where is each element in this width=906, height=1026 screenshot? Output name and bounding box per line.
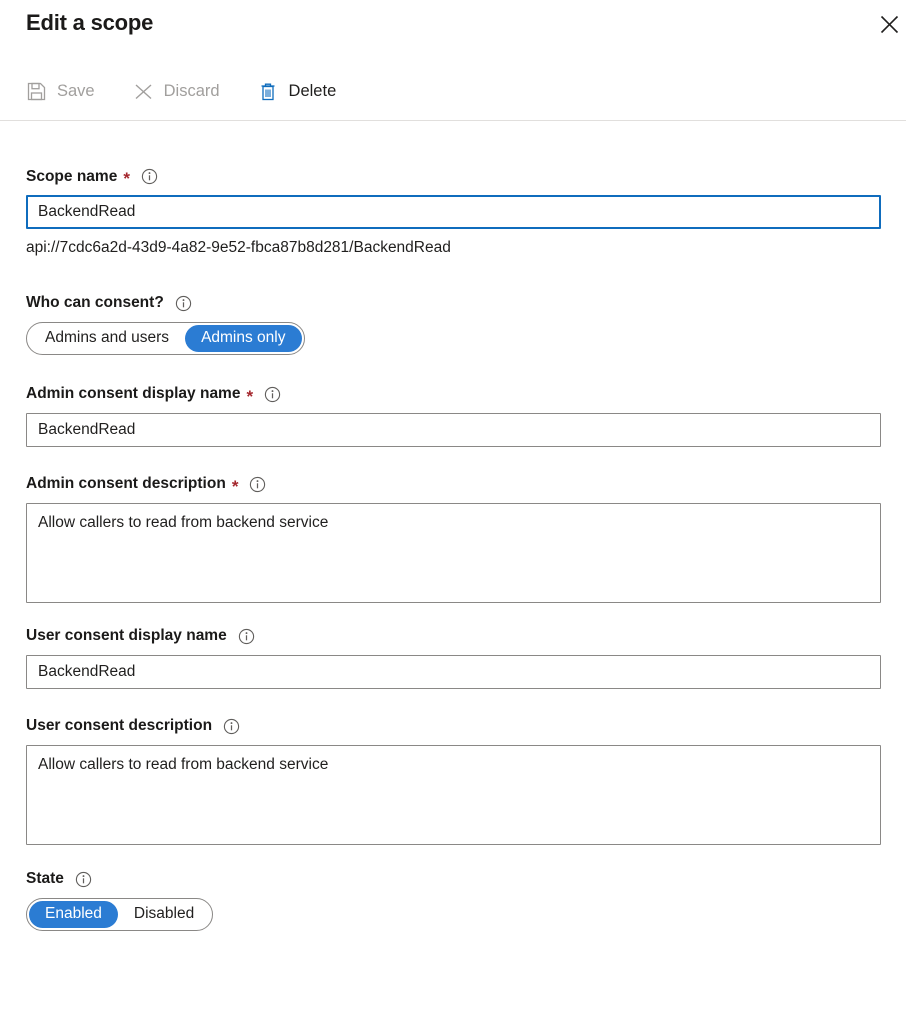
discard-button-label: Discard [163, 81, 220, 100]
who-can-consent-option-admins-only[interactable]: Admins only [185, 324, 302, 352]
info-icon[interactable] [223, 718, 240, 735]
field-who-can-consent: Who can consent? Admins and users Admins… [26, 295, 880, 355]
command-bar: Save Discard Delete [0, 62, 906, 120]
user-consent-description-label: User consent description [26, 717, 213, 735]
page-title: Edit a scope [26, 10, 154, 35]
close-icon [880, 15, 899, 34]
scope-form: Scope name * api://7cdc6a2d-43d9-4a82-9e… [0, 168, 906, 931]
info-icon[interactable] [238, 628, 255, 645]
who-can-consent-label-row: Who can consent? [26, 295, 880, 312]
user-consent-display-name-label: User consent display name [26, 627, 227, 645]
who-can-consent-option-admins-and-users[interactable]: Admins and users [29, 325, 185, 352]
admin-consent-description-textarea[interactable] [26, 502, 881, 603]
info-icon[interactable] [249, 476, 266, 493]
info-icon[interactable] [175, 295, 192, 312]
field-state: State Enabled Disabled [26, 871, 880, 931]
scope-name-required-marker: * [123, 169, 130, 188]
save-button[interactable]: Save [26, 75, 109, 108]
discard-x-icon [133, 81, 154, 102]
state-label: State [26, 870, 64, 888]
state-option-disabled[interactable]: Disabled [118, 901, 210, 928]
info-icon[interactable] [264, 386, 281, 403]
user-consent-description-textarea[interactable] [26, 744, 881, 845]
state-label-row: State [26, 871, 880, 888]
user-consent-description-label-row: User consent description [26, 718, 880, 735]
delete-button[interactable]: Delete [258, 75, 351, 108]
field-admin-consent-display-name: Admin consent display name * [26, 385, 881, 447]
admin-consent-display-name-required-marker: * [246, 386, 254, 406]
user-consent-display-name-label-row: User consent display name [26, 628, 880, 645]
who-can-consent-label: Who can consent? [26, 294, 164, 312]
state-toggle: Enabled Disabled [26, 897, 214, 931]
delete-trash-icon [258, 81, 279, 102]
admin-consent-display-name-input[interactable] [26, 412, 881, 447]
field-admin-consent-description: Admin consent description * [26, 475, 881, 603]
field-scope-name: Scope name * api://7cdc6a2d-43d9-4a82-9e… [26, 167, 881, 256]
admin-consent-display-name-label-row: Admin consent display name * [26, 385, 880, 406]
state-option-enabled[interactable]: Enabled [29, 900, 118, 928]
close-panel-button[interactable] [872, 8, 906, 40]
delete-button-label: Delete [288, 81, 337, 100]
scope-name-label: Scope name [26, 167, 118, 185]
admin-consent-description-label-row: Admin consent description * [26, 475, 880, 496]
discard-button[interactable]: Discard [133, 75, 234, 108]
info-icon[interactable] [75, 871, 92, 888]
admin-consent-description-required-marker: * [231, 476, 239, 496]
scope-name-uri-helper: api://7cdc6a2d-43d9-4a82-9e52-fbca87b8d2… [26, 239, 451, 256]
field-user-consent-description: User consent description [26, 718, 881, 845]
toolbar-divider [0, 120, 906, 121]
scope-name-label-row: Scope name * [26, 167, 880, 188]
save-floppy-icon [26, 81, 47, 102]
info-icon[interactable] [141, 168, 158, 185]
scope-name-input[interactable] [26, 195, 881, 229]
save-button-label: Save [57, 81, 95, 100]
admin-consent-display-name-label: Admin consent display name [26, 385, 241, 403]
who-can-consent-toggle: Admins and users Admins only [26, 321, 305, 355]
panel-header: Edit a scope [0, 0, 906, 62]
user-consent-display-name-input[interactable] [26, 654, 881, 689]
admin-consent-description-label: Admin consent description [26, 475, 226, 493]
field-user-consent-display-name: User consent display name [26, 628, 881, 689]
